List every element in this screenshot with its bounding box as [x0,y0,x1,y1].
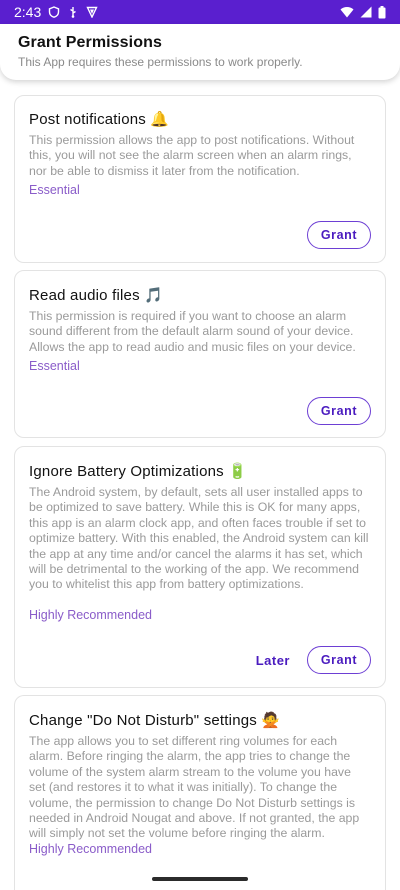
permission-title: Ignore Battery Optimizations 🔋 [29,463,248,480]
permission-tag: Highly Recommended [29,608,152,622]
permission-title: Read audio files 🎵 [29,287,164,304]
app-header: Grant Permissions This App requires thes… [0,24,400,80]
vpn-shield-icon [86,6,98,18]
permission-description: The app allows you to set different ring… [29,734,360,841]
wifi-icon [340,7,354,18]
signal-icon [360,6,372,18]
permission-card-battery: Ignore Battery Optimizations 🔋 The Andro… [14,446,386,688]
permission-tag: Essential [29,183,80,197]
permission-tag: Highly Recommended [29,842,152,856]
status-time: 2:43 [14,4,42,20]
permission-title: Post notifications 🔔 [29,111,170,128]
grant-button[interactable]: Grant [307,646,371,674]
permission-card-audio: Read audio files 🎵 This permission is re… [14,270,386,438]
usb-icon [70,7,77,18]
permission-card-do-not-disturb: Change "Do Not Disturb" settings 🙅 The a… [14,695,386,890]
permission-tag: Essential [29,359,80,373]
status-bar-left: 2:43 [14,4,98,20]
permission-description: The Android system, by default, sets all… [29,485,369,592]
status-bar-right [340,5,386,19]
page-subtitle: This App requires these permissions to w… [18,55,303,69]
status-bar: 2:43 [0,0,400,24]
shield-icon [49,6,60,18]
permission-card-notifications: Post notifications 🔔 This permission all… [14,95,386,263]
permission-description: This permission is required if you want … [29,309,356,354]
permission-description: This permission allows the app to post n… [29,133,355,178]
grant-button[interactable]: Grant [307,221,371,249]
gesture-nav-handle[interactable] [152,877,248,881]
grant-button[interactable]: Grant [307,397,371,425]
battery-icon [378,5,386,18]
later-button[interactable]: Later [256,653,290,668]
page-title: Grant Permissions [18,34,162,51]
permission-title: Change "Do Not Disturb" settings 🙅 [29,712,281,729]
